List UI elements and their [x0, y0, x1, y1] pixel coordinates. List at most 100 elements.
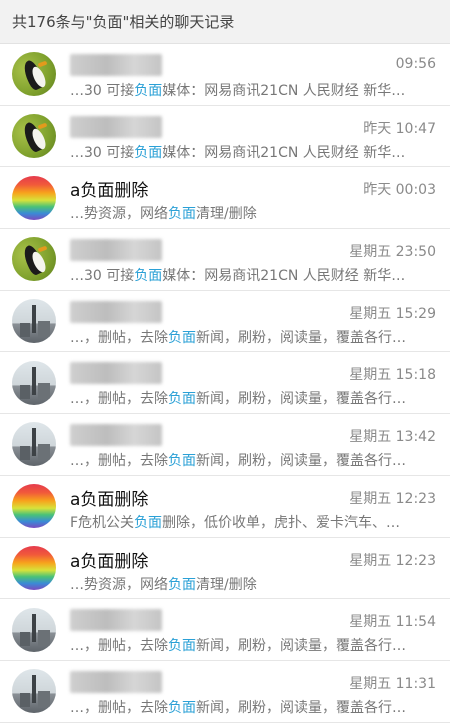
snippet-text: …30 可接 — [70, 144, 135, 161]
city-avatar — [12, 299, 56, 344]
message-snippet: …，删帖，去除负面新闻，刷粉，阅读量，覆盖各行… — [70, 635, 440, 655]
keyword-highlight: 负面 — [168, 206, 196, 223]
chat-result-row[interactable]: 星期五 11:31 …，删帖，去除负面新闻，刷粉，阅读量，覆盖各行… — [0, 661, 450, 723]
chat-result-row[interactable]: 星期五 11:54 …，删帖，去除负面新闻，刷粉，阅读量，覆盖各行… — [0, 599, 450, 661]
snippet-text: …，删帖，去除 — [70, 453, 168, 470]
chat-result-row[interactable]: a负面删除 星期五 12:23 …势资源，网络负面清理/删除 — [0, 538, 450, 600]
chat-result-content: 星期五 13:42 …，删帖，去除负面新闻，刷粉，阅读量，覆盖各行… — [70, 414, 450, 475]
message-snippet: …30 可接负面媒体：网易商讯21CN 人民财经 新华… — [70, 265, 440, 285]
city-avatar — [12, 422, 56, 467]
chat-result-content: 星期五 23:50 …30 可接负面媒体：网易商讯21CN 人民财经 新华… — [70, 229, 450, 290]
chat-result-row[interactable]: 09:56 …30 可接负面媒体：网易商讯21CN 人民财经 新华… — [0, 44, 450, 106]
bird-avatar — [12, 52, 56, 97]
blurred-contact-name — [70, 115, 162, 138]
snippet-text: …，删帖，去除 — [70, 391, 168, 408]
message-snippet: …30 可接负面媒体：网易商讯21CN 人民财经 新华… — [70, 142, 440, 162]
snippet-text: 新闻，刷粉，阅读量，覆盖各行… — [196, 329, 406, 346]
chat-result-content: 星期五 15:29 …，删帖，去除负面新闻，刷粉，阅读量，覆盖各行… — [70, 291, 450, 352]
contact-name: a负面删除 — [70, 181, 149, 202]
chat-result-content: a负面删除 星期五 12:23 …势资源，网络负面清理/删除 — [70, 538, 450, 599]
message-snippet: …，删帖，去除负面新闻，刷粉，阅读量，覆盖各行… — [70, 450, 440, 470]
chat-result-row[interactable]: 星期五 23:50 …30 可接负面媒体：网易商讯21CN 人民财经 新华… — [0, 229, 450, 291]
chat-result-content: 星期五 11:31 …，删帖，去除负面新闻，刷粉，阅读量，覆盖各行… — [70, 661, 450, 722]
chat-result-content: a负面删除 昨天 00:03 …势资源，网络负面清理/删除 — [70, 167, 450, 228]
message-time: 星期五 15:18 — [349, 367, 436, 384]
keyword-highlight: 负面 — [134, 144, 163, 161]
keyword-highlight: 负面 — [168, 453, 196, 470]
message-time: 星期五 12:23 — [349, 552, 436, 569]
chat-result-content: 星期五 11:54 …，删帖，去除负面新闻，刷粉，阅读量，覆盖各行… — [70, 599, 450, 660]
search-results-list: 09:56 …30 可接负面媒体：网易商讯21CN 人民财经 新华… 昨天 10:4… — [0, 44, 450, 723]
message-time: 星期五 23:50 — [349, 244, 436, 261]
bird-avatar — [12, 237, 56, 282]
blurred-contact-name — [70, 54, 162, 76]
blurred-contact-name — [70, 670, 162, 693]
snippet-text: F危机公关 — [70, 514, 135, 531]
chat-result-content: 昨天 10:47 …30 可接负面媒体：网易商讯21CN 人民财经 新华… — [70, 106, 450, 167]
city-avatar — [12, 360, 56, 405]
rainbow-avatar — [12, 175, 56, 220]
message-time: 星期五 13:42 — [349, 429, 436, 446]
snippet-text: 新闻，刷粉，阅读量，覆盖各行… — [196, 453, 406, 470]
message-snippet: F危机公关负面删除，低价收单，虎扑、爱卡汽车、… — [70, 512, 440, 532]
results-count-label: 共176条与"负面"相关的聊天记录 — [12, 13, 235, 31]
snippet-text: 新闻，刷粉，阅读量，覆盖各行… — [196, 699, 406, 716]
city-avatar — [12, 607, 56, 652]
chat-result-row[interactable]: 星期五 15:18 …，删帖，去除负面新闻，刷粉，阅读量，覆盖各行… — [0, 352, 450, 415]
snippet-text: …势资源，网络 — [70, 206, 168, 223]
snippet-text: 清理/删除 — [196, 206, 257, 223]
snippet-text: 媒体：网易商讯21CN 人民财经 新华… — [162, 268, 406, 285]
keyword-highlight: 负面 — [168, 638, 196, 655]
blurred-contact-name — [70, 362, 162, 385]
message-snippet: …，删帖，去除负面新闻，刷粉，阅读量，覆盖各行… — [70, 388, 440, 408]
snippet-text: …30 可接 — [70, 268, 135, 285]
blurred-contact-name — [70, 424, 162, 447]
snippet-text: …，删帖，去除 — [70, 329, 168, 346]
keyword-highlight: 负面 — [168, 329, 196, 346]
snippet-text: 新闻，刷粉，阅读量，覆盖各行… — [196, 391, 406, 408]
keyword-highlight: 负面 — [168, 699, 196, 716]
chat-result-content: 09:56 …30 可接负面媒体：网易商讯21CN 人民财经 新华… — [70, 44, 450, 105]
chat-result-row[interactable]: 星期五 13:42 …，删帖，去除负面新闻，刷粉，阅读量，覆盖各行… — [0, 414, 450, 476]
snippet-text: …，删帖，去除 — [70, 699, 168, 716]
keyword-highlight: 负面 — [168, 391, 196, 408]
chat-result-row[interactable]: a负面删除 星期五 12:23 F危机公关负面删除，低价收单，虎扑、爱卡汽车、… — [0, 476, 450, 538]
snippet-text: 新闻，刷粉，阅读量，覆盖各行… — [196, 638, 406, 655]
city-avatar — [12, 669, 56, 714]
snippet-text: 清理/删除 — [196, 576, 257, 593]
chat-result-row[interactable]: a负面删除 昨天 00:03 …势资源，网络负面清理/删除 — [0, 167, 450, 230]
chat-result-row[interactable]: 昨天 10:47 …30 可接负面媒体：网易商讯21CN 人民财经 新华… — [0, 106, 450, 168]
rainbow-avatar — [12, 545, 56, 590]
rainbow-avatar — [12, 484, 56, 529]
message-snippet: …势资源，网络负面清理/删除 — [70, 203, 440, 223]
snippet-text: 删除，低价收单，虎扑、爱卡汽车、… — [162, 514, 401, 531]
message-time: 昨天 10:47 — [363, 120, 436, 137]
message-time: 星期五 12:23 — [349, 490, 436, 507]
message-time: 星期五 11:54 — [349, 614, 436, 631]
blurred-contact-name — [70, 239, 162, 262]
message-time: 昨天 00:03 — [363, 182, 436, 199]
chat-result-row[interactable]: 星期五 15:29 …，删帖，去除负面新闻，刷粉，阅读量，覆盖各行… — [0, 291, 450, 353]
blurred-contact-name — [70, 609, 162, 632]
contact-name: a负面删除 — [70, 489, 149, 510]
keyword-highlight: 负面 — [134, 268, 163, 285]
contact-name: a负面删除 — [70, 551, 149, 572]
message-snippet: …，删帖，去除负面新闻，刷粉，阅读量，覆盖各行… — [70, 697, 440, 717]
snippet-text: …势资源，网络 — [70, 576, 168, 593]
keyword-highlight: 负面 — [134, 83, 163, 99]
blurred-contact-name — [70, 300, 162, 323]
message-snippet: …势资源，网络负面清理/删除 — [70, 574, 440, 594]
bird-avatar — [12, 114, 56, 159]
chat-result-content: 星期五 15:18 …，删帖，去除负面新闻，刷粉，阅读量，覆盖各行… — [70, 352, 450, 413]
message-time: 星期五 11:31 — [349, 675, 436, 692]
snippet-text: …，删帖，去除 — [70, 638, 168, 655]
keyword-highlight: 负面 — [134, 514, 163, 531]
snippet-text: 媒体：网易商讯21CN 人民财经 新华… — [162, 144, 406, 161]
message-time: 09:56 — [395, 56, 436, 72]
snippet-text: 媒体：网易商讯21CN 人民财经 新华… — [162, 83, 406, 99]
keyword-highlight: 负面 — [168, 576, 196, 593]
message-snippet: …，删帖，去除负面新闻，刷粉，阅读量，覆盖各行… — [70, 327, 440, 347]
message-time: 星期五 15:29 — [349, 305, 436, 322]
chat-result-content: a负面删除 星期五 12:23 F危机公关负面删除，低价收单，虎扑、爱卡汽车、… — [70, 476, 450, 537]
snippet-text: …30 可接 — [70, 83, 135, 99]
